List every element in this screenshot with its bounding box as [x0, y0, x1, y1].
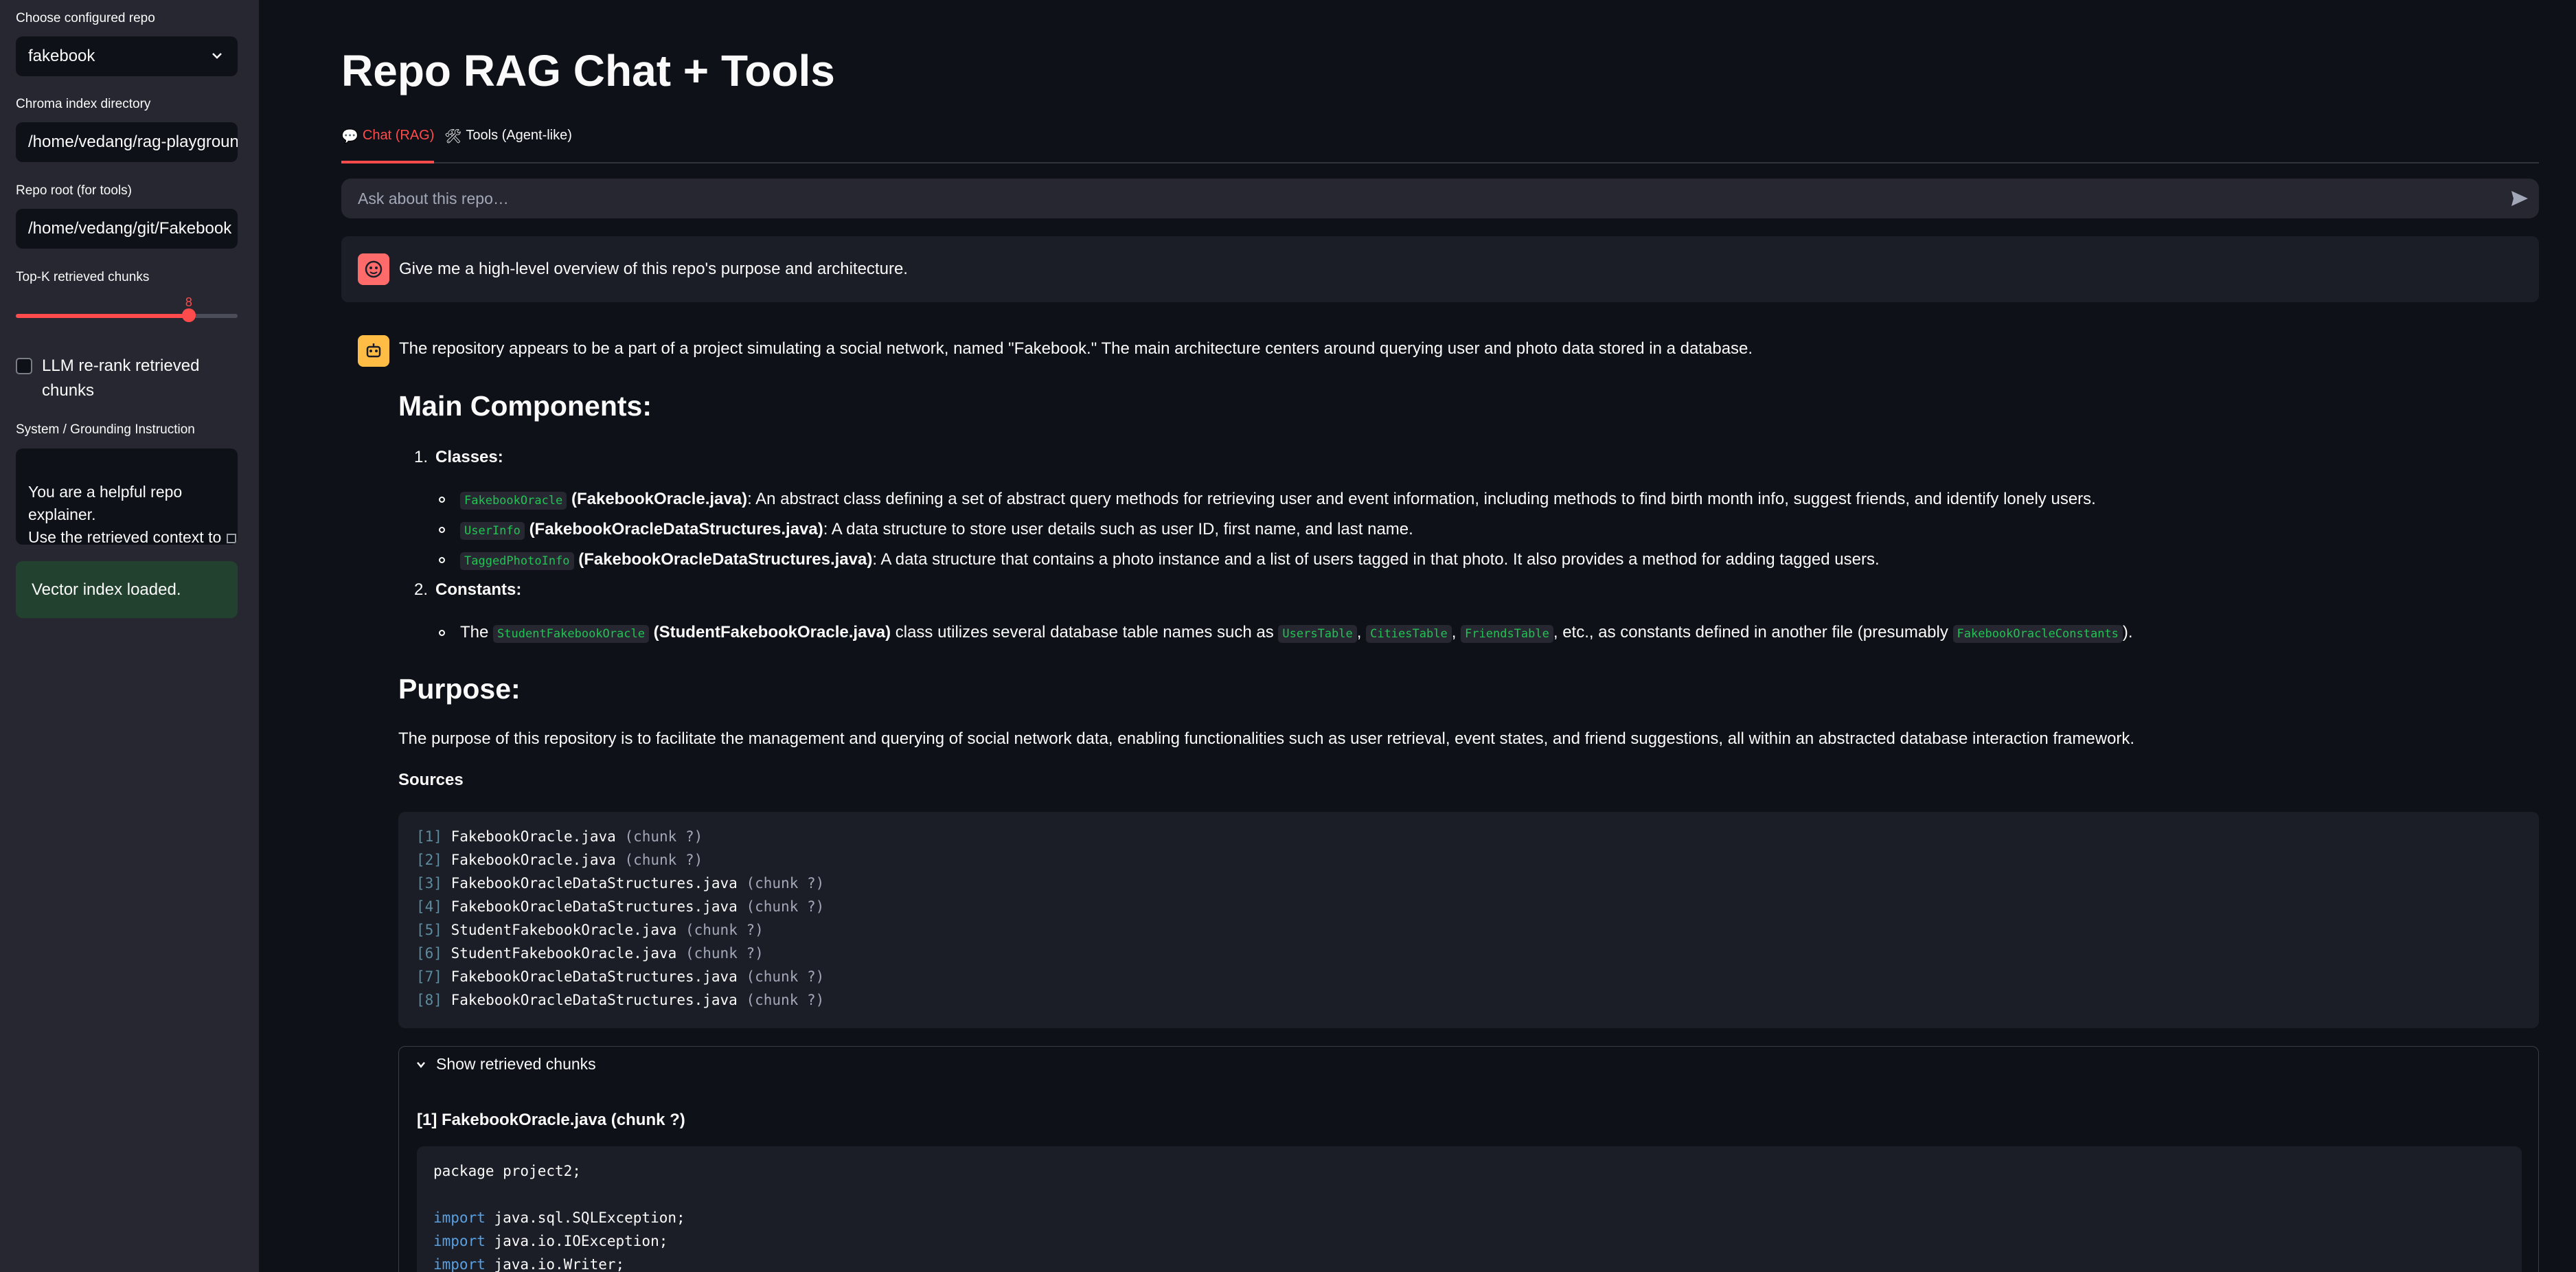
chat-bubble-icon: 💬 — [341, 129, 358, 144]
sources-heading: Sources — [398, 771, 464, 789]
inline-code: FakebookOracleConstants — [1952, 625, 2123, 643]
rerank-label: LLM re-rank retrieved chunks — [42, 356, 200, 400]
topk-label: Top-K retrieved chunks — [16, 270, 150, 284]
item-description: : A data structure that contains a photo… — [872, 550, 1880, 569]
file-name: (FakebookOracleDataStructures.java) — [529, 520, 823, 538]
system-instruction-label: System / Grounding Instruction — [16, 422, 195, 437]
expander-label: Show retrieved chunks — [436, 1055, 596, 1073]
list-item: The StudentFakebookOracle (StudentFakebo… — [460, 623, 2133, 643]
chevron-down-icon — [212, 53, 222, 59]
bullet-icon — [439, 527, 445, 533]
source-line: [5] StudentFakebookOracle.java (chunk ?) — [416, 922, 764, 938]
assistant-avatar-icon — [358, 335, 389, 367]
assistant-intro: The repository appears to be a part of a… — [399, 339, 1753, 358]
sidebar: Choose configured repo fakebook Chroma i… — [0, 0, 259, 1272]
send-icon[interactable] — [2510, 190, 2529, 207]
list-item: TaggedPhotoInfo (FakebookOracleDataStruc… — [460, 550, 1880, 570]
user-message: Give me a high-level overview of this re… — [341, 236, 2539, 302]
source-line: [2] FakebookOracle.java (chunk ?) — [416, 852, 703, 868]
status-text: Vector index loaded. — [32, 580, 181, 599]
item-prefix: The — [460, 623, 489, 641]
item-description: : A data structure to store user details… — [823, 520, 1413, 538]
chunk-title: [1] FakebookOracle.java (chunk ?) — [417, 1111, 685, 1129]
expander-toggle[interactable]: Show retrieved chunks — [415, 1055, 596, 1074]
repo-select[interactable]: fakebook — [16, 36, 238, 76]
sources-code-block: [1] FakebookOracle.java (chunk ?) [2] Fa… — [398, 812, 2539, 1028]
tab-chat[interactable]: 💬 Chat (RAG) — [341, 128, 435, 163]
heading-main-components: Main Components: — [398, 390, 652, 422]
repo-root-input[interactable]: /home/vedang/git/Fakebook — [16, 209, 238, 249]
inline-code: TaggedPhotoInfo — [460, 552, 574, 570]
inline-code: UserInfo — [460, 522, 525, 540]
topk-slider-fill — [16, 314, 189, 318]
code-line: import java.io.IOException; — [433, 1233, 668, 1249]
system-instruction-value: You are a helpful repo explainer. Use th… — [28, 483, 222, 545]
list-item: FakebookOracle (FakebookOracle.java): An… — [460, 490, 2096, 510]
source-line: [1] FakebookOracle.java (chunk ?) — [416, 828, 703, 845]
system-instruction-textarea[interactable]: You are a helpful repo explainer. Use th… — [16, 448, 238, 545]
source-line: [7] FakebookOracleDataStructures.java (c… — [416, 968, 825, 985]
file-name: (FakebookOracle.java) — [571, 490, 748, 508]
status-alert: Vector index loaded. — [16, 561, 238, 618]
code-line: import java.io.Writer; — [433, 1256, 625, 1272]
item-description-post: , etc., as constants defined in another … — [1553, 623, 1948, 641]
list-number-2: 2. — [414, 580, 429, 599]
item-description: class utilizes several database table na… — [895, 623, 1274, 641]
bullet-icon — [439, 497, 445, 503]
tab-tools[interactable]: 🛠 Tools (Agent-like) — [444, 128, 572, 161]
inline-code: FriendsTable — [1461, 625, 1553, 643]
list-number-1: 1. — [414, 448, 429, 466]
tab-tools-label: Tools (Agent-like) — [466, 128, 572, 143]
chat-input[interactable]: Ask about this repo… — [341, 179, 2539, 218]
source-line: [6] StudentFakebookOracle.java (chunk ?) — [416, 945, 764, 962]
inline-code: StudentFakebookOracle — [493, 625, 649, 643]
inline-code: FakebookOracle — [460, 492, 567, 510]
chat-input-placeholder: Ask about this repo… — [358, 189, 509, 207]
user-avatar-icon — [358, 253, 389, 285]
chroma-dir-value: /home/vedang/rag-playground — [28, 133, 238, 151]
item-description: : An abstract class defining a set of ab… — [747, 490, 2096, 508]
list-item: UserInfo (FakebookOracleDataStructures.j… — [460, 520, 1413, 540]
resize-handle-icon[interactable] — [227, 534, 236, 543]
repo-select-label: Choose configured repo — [16, 11, 155, 25]
chroma-dir-input[interactable]: /home/vedang/rag-playground — [16, 122, 238, 162]
heading-purpose: Purpose: — [398, 673, 521, 705]
source-line: [4] FakebookOracleDataStructures.java (c… — [416, 898, 825, 915]
topk-slider-thumb[interactable] — [181, 308, 196, 322]
assistant-message: The repository appears to be a part of a… — [341, 330, 2539, 1272]
retrieved-chunks-expander: Show retrieved chunks [1] FakebookOracle… — [398, 1046, 2539, 1272]
main-area: Repo RAG Chat + Tools 💬 Chat (RAG) 🛠 Too… — [259, 0, 2576, 1272]
inline-code: CitiesTable — [1366, 625, 1452, 643]
user-message-text: Give me a high-level overview of this re… — [399, 260, 908, 278]
classes-heading: Classes: — [435, 448, 503, 466]
bullet-icon — [439, 630, 445, 636]
code-line: import java.sql.SQLException; — [433, 1209, 685, 1226]
chunk-code-block: package project2; import java.sql.SQLExc… — [417, 1146, 2522, 1272]
source-line: [3] FakebookOracleDataStructures.java (c… — [416, 875, 825, 891]
tab-bar: 💬 Chat (RAG) 🛠 Tools (Agent-like) — [341, 128, 2539, 163]
rerank-checkbox[interactable] — [16, 358, 32, 374]
repo-select-value: fakebook — [28, 47, 95, 65]
inline-code: UsersTable — [1278, 625, 1357, 643]
topk-slider-value: 8 — [185, 295, 192, 309]
bullet-icon — [439, 557, 445, 563]
purpose-text: The purpose of this repository is to fac… — [398, 729, 2135, 748]
tab-chat-label: Chat (RAG) — [362, 128, 435, 143]
chevron-down-icon — [417, 1061, 425, 1068]
chroma-dir-label: Chroma index directory — [16, 97, 151, 111]
page-title: Repo RAG Chat + Tools — [341, 46, 835, 95]
file-name: (FakebookOracleDataStructures.java) — [578, 550, 873, 569]
constants-heading: Constants: — [435, 580, 522, 599]
item-end: ). — [2122, 623, 2133, 641]
repo-root-label: Repo root (for tools) — [16, 183, 132, 198]
repo-root-value: /home/vedang/git/Fakebook — [28, 219, 232, 238]
source-line: [8] FakebookOracleDataStructures.java (c… — [416, 992, 825, 1008]
tools-icon: 🛠 — [444, 129, 462, 144]
topk-slider[interactable]: 8 — [16, 295, 238, 322]
code-line: package project2; — [433, 1163, 581, 1179]
file-name: (StudentFakebookOracle.java) — [653, 623, 891, 641]
